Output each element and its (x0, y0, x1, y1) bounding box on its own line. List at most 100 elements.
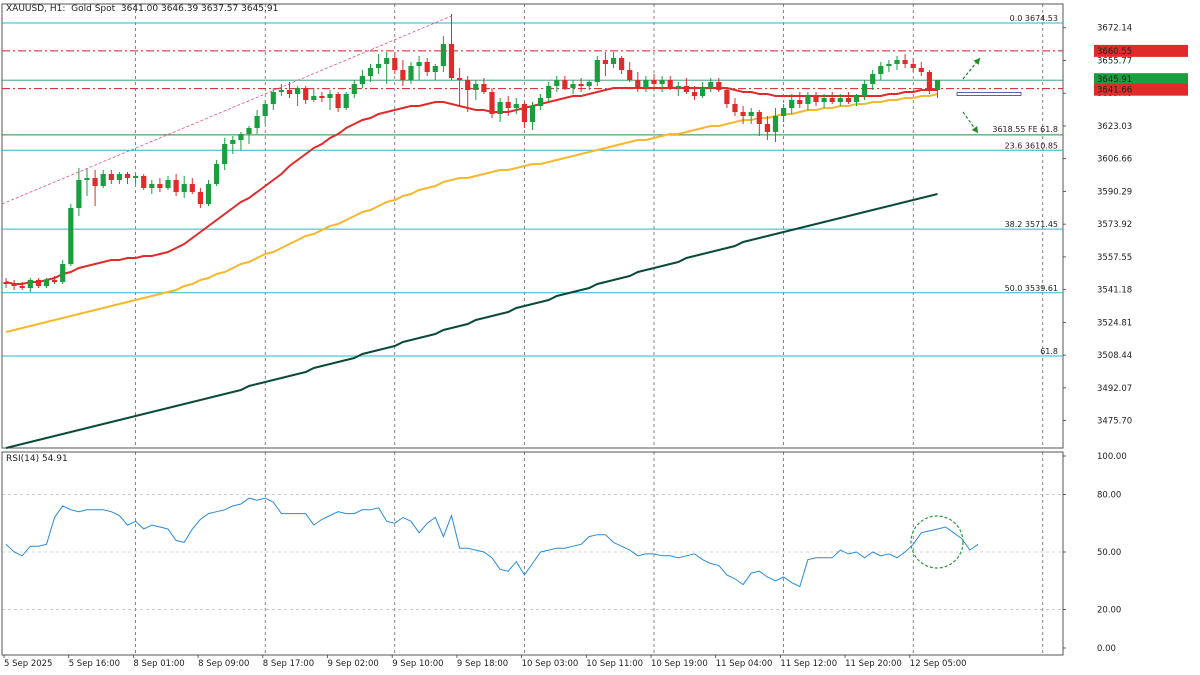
candle-body (829, 98, 835, 102)
candle-body (651, 80, 657, 84)
candle-body (870, 74, 876, 84)
candle-body (238, 134, 244, 140)
candle (108, 170, 114, 184)
candle (562, 76, 568, 90)
candle (92, 170, 98, 206)
candle-body (821, 98, 827, 102)
candle-body (400, 70, 406, 80)
candle (222, 138, 228, 170)
candle (327, 90, 333, 110)
candle-body (497, 102, 503, 114)
candle (84, 168, 90, 196)
candle-body (627, 70, 633, 80)
timeframe-label: H1 (49, 4, 63, 14)
candle-body (457, 78, 463, 80)
price-badge-label: 3660.55 (1097, 47, 1132, 57)
candle-body (910, 64, 916, 68)
x-tick-label: 5 Sep 2025 (4, 659, 52, 669)
candle (351, 80, 357, 98)
candle-body (359, 76, 365, 84)
candle (27, 278, 33, 292)
candle-body (214, 164, 220, 184)
candle-body (700, 88, 706, 96)
candle (748, 108, 754, 124)
candle-body (343, 94, 349, 108)
candle (408, 62, 414, 84)
x-tick-label: 10 Sep 19:00 (651, 659, 708, 669)
x-tick-label: 11 Sep 20:00 (845, 659, 902, 669)
candle-body (619, 58, 625, 70)
candle (829, 92, 835, 104)
bearish-arrow (962, 111, 979, 134)
candle-body (19, 286, 25, 288)
fib-level-label: 0.0 3674.53 (1010, 14, 1058, 23)
candle (473, 80, 479, 100)
candle-body (610, 58, 617, 64)
candle (254, 110, 260, 134)
candle (149, 180, 155, 194)
candle-body (667, 80, 673, 88)
arrow-head (971, 126, 978, 133)
candle-body (367, 68, 374, 76)
candle-body (35, 280, 41, 286)
candle (554, 76, 560, 92)
candle (602, 52, 608, 76)
x-tick-label: 5 Sep 16:00 (69, 659, 120, 669)
candle-body (149, 184, 155, 188)
candle-body (886, 64, 892, 66)
y-tick-label: 3557.55 (1097, 253, 1132, 263)
candle (165, 176, 171, 190)
candle-body (416, 62, 422, 66)
candle (724, 88, 730, 108)
rsi-panel (2, 494, 1063, 610)
chart-canvas[interactable]: 0.0 3674.53 23.6 3610.85 38.2 3571.45 50.0 … (0, 0, 1200, 675)
candle-body (60, 264, 66, 282)
x-tick-label: 9 Sep 18:00 (457, 659, 508, 669)
candle-body (376, 64, 382, 68)
candle-body (538, 98, 544, 106)
candle-body (311, 96, 317, 100)
x-tick-label: 10 Sep 11:00 (586, 659, 643, 669)
candle (359, 70, 365, 88)
candle-body (570, 84, 576, 88)
candle-body (781, 108, 787, 116)
candle-body (100, 174, 106, 186)
x-tick-label: 11 Sep 04:00 (716, 659, 773, 669)
x-tick-label: 9 Sep 02:00 (328, 659, 379, 669)
candle-body (683, 86, 689, 92)
annotations (1, 15, 1022, 205)
fib-level-label: 38.2 3571.45 (1005, 220, 1058, 229)
candle (845, 92, 851, 104)
candle-body (554, 80, 560, 86)
y-tick-label: 3573.92 (1097, 220, 1132, 230)
candle (756, 110, 762, 136)
candle-body (440, 44, 446, 66)
x-tick-label: 10 Sep 03:00 (522, 659, 579, 669)
candle-body (270, 92, 276, 104)
y-tick-label: 3655.77 (1097, 56, 1132, 66)
candle (643, 76, 649, 92)
rsi-y-tick-label: 80.00 (1097, 490, 1121, 500)
candle-body (11, 284, 17, 286)
candle-body (384, 58, 390, 64)
candle (894, 56, 900, 70)
candle-body (432, 66, 438, 72)
candle (376, 54, 382, 74)
candle (141, 174, 147, 190)
y-tick-label: 3606.66 (1097, 155, 1132, 165)
candle-body (594, 60, 600, 82)
description-label: Gold Spot (71, 4, 116, 14)
candle-body (262, 104, 268, 116)
candle-body (562, 80, 568, 88)
candle-body (52, 280, 58, 282)
candle-body (84, 178, 90, 180)
candle (805, 92, 811, 110)
ema-mid-line (5, 93, 938, 333)
x-tick-label: 8 Sep 09:00 (198, 659, 249, 669)
candle (238, 132, 244, 150)
candle-body (392, 58, 398, 70)
candle (400, 60, 406, 86)
candle (489, 88, 495, 118)
candle (918, 62, 924, 76)
candle-body (602, 60, 608, 64)
